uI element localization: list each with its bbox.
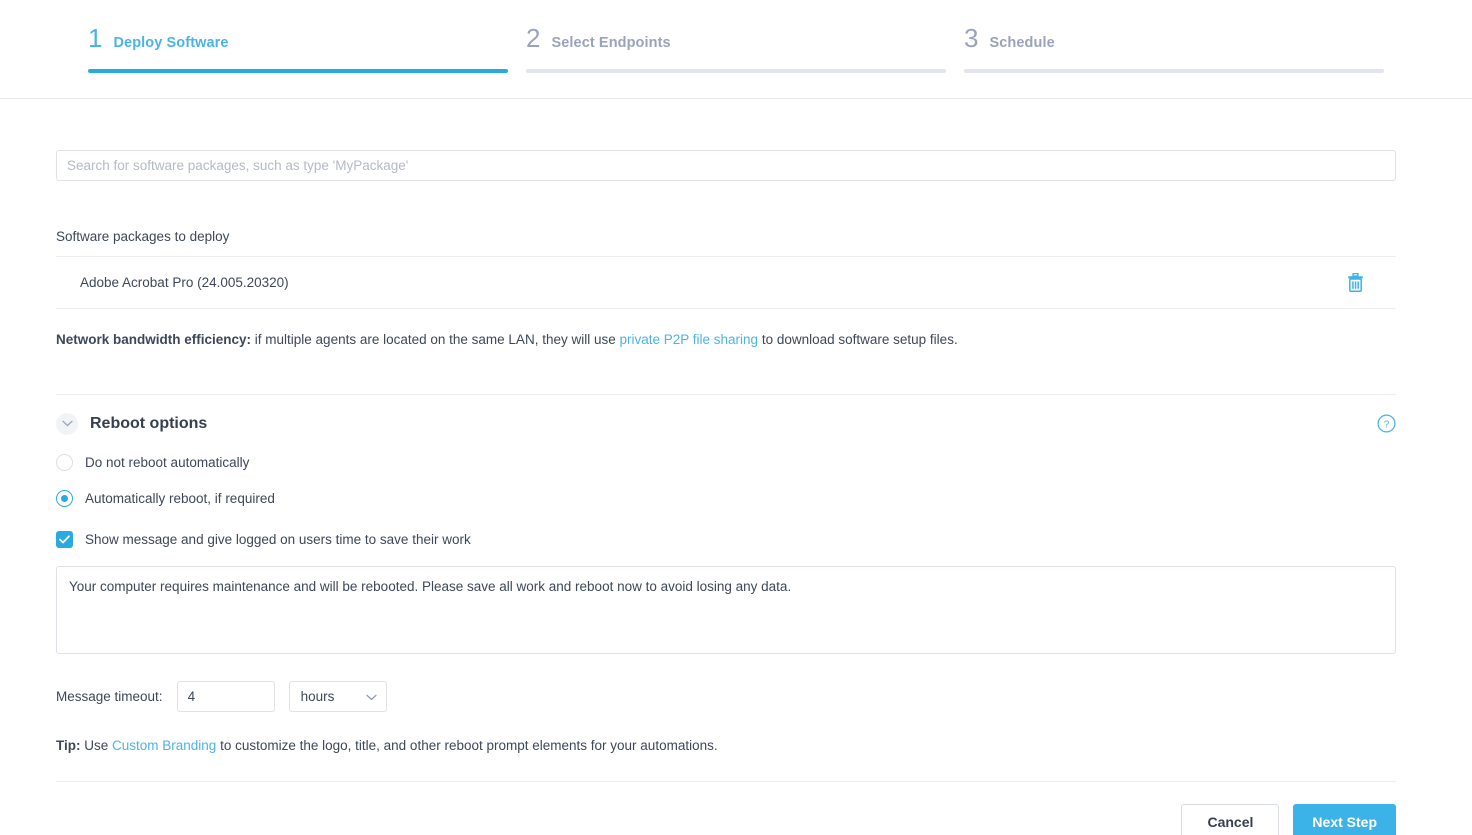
search-section [56, 99, 1396, 181]
main-content: Software packages to deploy Adobe Acroba… [0, 99, 1472, 835]
package-list: Adobe Acrobat Pro (24.005.20320) [56, 256, 1396, 309]
reboot-options-header: Reboot options ? [56, 412, 1396, 435]
wizard-step-head: 1 Deploy Software [88, 25, 508, 69]
reboot-message-textarea[interactable]: Your computer requires maintenance and w… [56, 565, 1396, 654]
chevron-down-icon [365, 689, 377, 704]
wizard-step-schedule[interactable]: 3 Schedule [964, 0, 1384, 73]
checkbox-icon-checked[interactable] [56, 530, 73, 548]
custom-branding-link[interactable]: Custom Branding [112, 738, 216, 753]
section-divider [56, 393, 1396, 395]
wizard-step-progress-bar [526, 69, 946, 73]
message-timeout-row: Message timeout: hours [56, 680, 1396, 712]
bandwidth-note-text-after: to download software setup files. [758, 332, 958, 347]
tip-text-before: Use [80, 737, 113, 753]
radio-label: Automatically reboot, if required [85, 490, 275, 506]
wizard-steps: 1 Deploy Software 2 Select Endpoints 3 S… [0, 0, 1472, 98]
bandwidth-note-prefix: Network bandwidth efficiency: [56, 332, 252, 347]
bandwidth-note-text-before: if multiple agents are located on the sa… [251, 332, 620, 347]
reboot-options-header-left: Reboot options [56, 412, 208, 435]
wizard-step-number: 3 [964, 23, 979, 53]
message-timeout-label: Message timeout: [56, 688, 163, 704]
radio-do-not-reboot[interactable]: Do not reboot automatically [56, 453, 1396, 471]
radio-icon-selected[interactable] [56, 489, 73, 507]
wizard-step-number: 2 [526, 23, 541, 53]
tip-text-after: to customize the logo, title, and other … [216, 737, 718, 753]
tip-prefix: Tip: [56, 737, 81, 753]
question-circle-icon[interactable]: ? [1377, 414, 1396, 433]
package-name: Adobe Acrobat Pro (24.005.20320) [80, 275, 289, 290]
packages-section-label: Software packages to deploy [56, 229, 230, 244]
radio-icon[interactable] [56, 453, 73, 471]
chevron-down-icon[interactable] [56, 412, 78, 435]
checkbox-show-message[interactable]: Show message and give logged on users ti… [56, 530, 1396, 548]
wizard-step-select-endpoints[interactable]: 2 Select Endpoints [526, 0, 946, 73]
table-row[interactable]: Adobe Acrobat Pro (24.005.20320) [56, 257, 1396, 309]
radio-auto-reboot[interactable]: Automatically reboot, if required [56, 489, 1396, 507]
svg-text:?: ? [1384, 420, 1390, 431]
reboot-options-title: Reboot options [90, 414, 208, 432]
wizard-step-number: 1 [88, 23, 103, 53]
trash-icon[interactable] [1347, 272, 1364, 292]
wizard-step-progress-bar [88, 69, 508, 73]
search-input[interactable] [56, 150, 1396, 181]
wizard-header: 1 Deploy Software 2 Select Endpoints 3 S… [0, 0, 1472, 99]
message-timeout-unit-value: hours [300, 688, 335, 704]
wizard-step-head: 3 Schedule [964, 25, 1384, 69]
footer-actions: Cancel Next Step [56, 782, 1396, 835]
bandwidth-note: Network bandwidth efficiency: if multipl… [56, 331, 1396, 350]
cancel-button[interactable]: Cancel [1181, 803, 1280, 835]
next-step-button[interactable]: Next Step [1293, 803, 1396, 835]
wizard-step-label: Deploy Software [113, 35, 229, 51]
wizard-step-head: 2 Select Endpoints [526, 25, 946, 69]
radio-label: Do not reboot automatically [85, 454, 250, 470]
p2p-file-sharing-link[interactable]: private P2P file sharing [619, 332, 758, 347]
tip-note: Tip: Use Custom Branding to customize th… [56, 738, 1396, 753]
checkbox-label: Show message and give logged on users ti… [85, 531, 471, 547]
content-inner: Software packages to deploy Adobe Acroba… [56, 99, 1396, 835]
message-timeout-input[interactable] [176, 680, 275, 712]
wizard-step-label: Select Endpoints [551, 35, 671, 51]
message-timeout-unit-select[interactable]: hours [288, 680, 387, 712]
wizard-step-label: Schedule [989, 35, 1055, 51]
wizard-step-deploy-software[interactable]: 1 Deploy Software [88, 0, 508, 73]
wizard-step-progress-bar [964, 69, 1384, 73]
